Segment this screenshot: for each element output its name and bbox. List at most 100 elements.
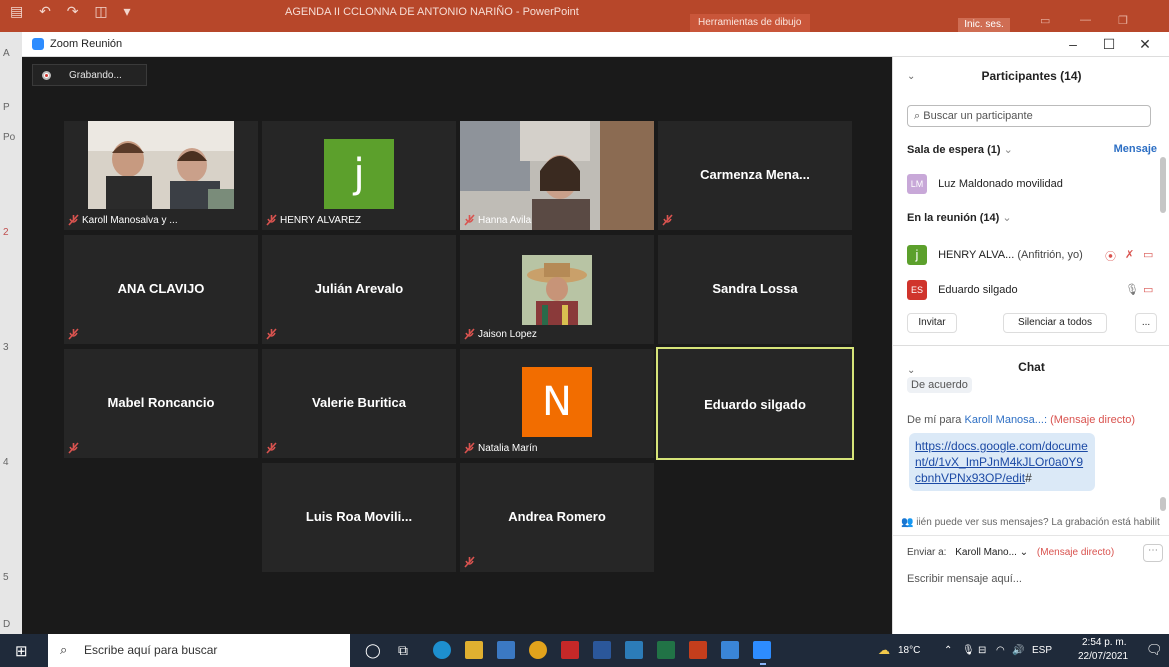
link-suffix: #	[1025, 471, 1032, 485]
chevron-down-icon: ⌄	[1002, 212, 1012, 224]
drawing-tools-tab[interactable]: Herramientas de dibujo	[690, 14, 810, 32]
chat-link[interactable]: https://docs.google.com/document/d/1vX_I…	[915, 439, 1088, 485]
zoom-icon[interactable]	[753, 641, 771, 659]
store-icon[interactable]	[497, 641, 515, 659]
participant-search-input[interactable]: ⌕ Buscar un participante	[907, 105, 1151, 127]
message-link[interactable]: Mensaje	[1114, 143, 1157, 155]
record-dot-icon	[42, 71, 51, 80]
muted-mic-icon	[464, 556, 475, 568]
recipient-dropdown[interactable]: Karoll Mano... ⌄	[955, 547, 1028, 558]
weather-icon[interactable]: ☁	[878, 643, 890, 657]
notifications-icon[interactable]: 🗨	[1146, 642, 1163, 658]
file-explorer-icon[interactable]	[465, 641, 483, 659]
waiting-room-label: Sala de espera (1)	[907, 144, 1001, 156]
participant-tile-active-speaker[interactable]: Eduardo silgado	[656, 347, 854, 460]
word-icon[interactable]	[593, 641, 611, 659]
more-options-button[interactable]: ...	[1135, 313, 1157, 333]
input-language[interactable]: ESP	[1032, 645, 1052, 656]
participant-tile[interactable]: Valerie Buritica	[262, 349, 456, 458]
chat-scrollbar[interactable]	[1160, 497, 1166, 511]
muted-mic-icon	[68, 214, 79, 226]
quick-access-toolbar[interactable]: ▤ ↶ ↷ ◫ ▾	[10, 3, 137, 20]
in-meeting-header[interactable]: En la reunión (14) ⌄	[907, 211, 1157, 224]
close-icon[interactable]: ✕	[1130, 34, 1160, 54]
privacy-notice: 👥 iién puede ver sus mensajes? La grabac…	[901, 517, 1167, 528]
taskbar-search-box[interactable]: ⌕ Escribe aquí para buscar	[48, 634, 350, 667]
video-off-icon[interactable]: ▭	[1143, 248, 1153, 261]
participant-avatar: N	[522, 367, 592, 437]
clock-time[interactable]: 2:54 p. m.	[1082, 637, 1126, 648]
microphone-tray-icon[interactable]: 🎙	[962, 645, 975, 656]
excel-icon[interactable]	[657, 641, 675, 659]
volume-icon[interactable]: 🔊	[1012, 645, 1024, 656]
direct-message-tag: (Mensaje directo)	[1050, 414, 1136, 426]
participant-name: HENRY ALVA...	[938, 248, 1015, 261]
mic-icon[interactable]: 🎙	[1125, 283, 1139, 296]
sign-in-button[interactable]: Inic. ses.	[958, 18, 1010, 32]
profile-photo-man-hat	[522, 255, 592, 325]
video-off-icon[interactable]: ▭	[1143, 283, 1153, 296]
photos-icon[interactable]	[721, 641, 739, 659]
participant-name: Luis Roa Movili...	[305, 509, 413, 524]
chrome-icon[interactable]	[529, 641, 547, 659]
participant-tile[interactable]: Karoll Manosalva y ...	[64, 121, 258, 230]
strip-letter-d: D	[3, 619, 11, 630]
muted-mic-icon	[464, 442, 475, 454]
mic-muted-icon[interactable]: ✗	[1125, 248, 1134, 261]
media-player-icon[interactable]	[625, 641, 643, 659]
participant-tile[interactable]: Andrea Romero	[460, 463, 654, 572]
cortana-icon[interactable]: ◯	[365, 642, 381, 659]
zoom-window-title: Zoom Reunión	[50, 38, 123, 50]
participant-tile[interactable]: Julián Arevalo	[262, 235, 456, 344]
network-icon[interactable]: ⊟	[978, 645, 986, 656]
ribbon-options-icon[interactable]: ▭	[1040, 14, 1050, 27]
side-panel: ⌄ Participantes (14) ⌕ Buscar un partici…	[892, 57, 1169, 634]
muted-mic-icon	[464, 214, 475, 226]
strip-number-5: 5	[3, 572, 9, 583]
maximize-icon[interactable]: ☐	[1094, 34, 1124, 54]
clock-date[interactable]: 22/07/2021	[1078, 651, 1128, 662]
windows-start-icon[interactable]: ⊞	[15, 642, 28, 660]
participants-scrollbar[interactable]	[1160, 157, 1166, 213]
participant-name: Carmenza Mena...	[700, 167, 810, 182]
minimize-icon[interactable]: –	[1058, 34, 1088, 54]
waiting-room-header[interactable]: Sala de espera (1) ⌄ Mensaje	[907, 143, 1157, 156]
muted-mic-icon	[266, 328, 277, 340]
participant-tile[interactable]: Luis Roa Movili...	[262, 463, 456, 572]
participant-tile[interactable]: N Natalia Marín	[460, 349, 654, 458]
participant-tile[interactable]: ANA CLAVIJO	[64, 235, 258, 344]
recipient-name[interactable]: Karoll Manosa...:	[964, 414, 1047, 426]
participant-tile[interactable]: Jaison Lopez	[460, 235, 654, 344]
ppt-restore-icon[interactable]: ❐	[1118, 14, 1128, 27]
participant-tile[interactable]: Hanna Avila	[460, 121, 654, 230]
wifi-icon[interactable]: ◠	[996, 645, 1005, 656]
chat-message-input[interactable]: Escribir mensaje aquí...	[907, 573, 1157, 613]
participant-tile[interactable]: Carmenza Mena...	[658, 121, 852, 230]
chat-message-partial: De acuerdo	[907, 377, 972, 393]
participant-tile[interactable]: j HENRY ALVAREZ	[262, 121, 456, 230]
participant-row[interactable]: ES Eduardo silgado 🎙 ▭	[907, 280, 1157, 300]
recording-indicator[interactable]: Grabando...	[32, 64, 147, 86]
invite-button[interactable]: Invitar	[907, 313, 957, 333]
participant-row-host[interactable]: j HENRY ALVA... (Anfitrión, yo) ⦿ ✗ ▭	[907, 245, 1157, 265]
acrobat-icon[interactable]	[561, 641, 579, 659]
video-feed-girl	[460, 121, 654, 230]
edge-icon[interactable]	[433, 641, 451, 659]
show-hidden-icons-icon[interactable]: ⌃	[944, 645, 952, 656]
participant-name: ANA CLAVIJO	[117, 281, 205, 296]
search-placeholder: Buscar un participante	[923, 110, 1033, 122]
recipient-dropdown-value: Karoll Mano...	[955, 547, 1017, 558]
participant-tile[interactable]: Mabel Roncancio	[64, 349, 258, 458]
chat-message-bubble: https://docs.google.com/document/d/1vX_I…	[909, 433, 1095, 491]
chat-more-button[interactable]: ⋯	[1143, 544, 1163, 562]
waiting-participant-row[interactable]: LM Luz Maldonado movilidad	[907, 174, 1157, 194]
mute-all-button[interactable]: Silenciar a todos	[1003, 313, 1107, 333]
participant-name: Eduardo silgado	[938, 283, 1018, 296]
ppt-minimize-icon[interactable]: —	[1080, 14, 1091, 26]
participant-tile[interactable]: Sandra Lossa	[658, 235, 852, 344]
divider	[893, 345, 1169, 346]
task-view-icon[interactable]: ⧉	[398, 642, 408, 659]
participant-name: Julián Arevalo	[314, 281, 404, 296]
powerpoint-icon[interactable]	[689, 641, 707, 659]
avatar: j	[907, 245, 927, 265]
